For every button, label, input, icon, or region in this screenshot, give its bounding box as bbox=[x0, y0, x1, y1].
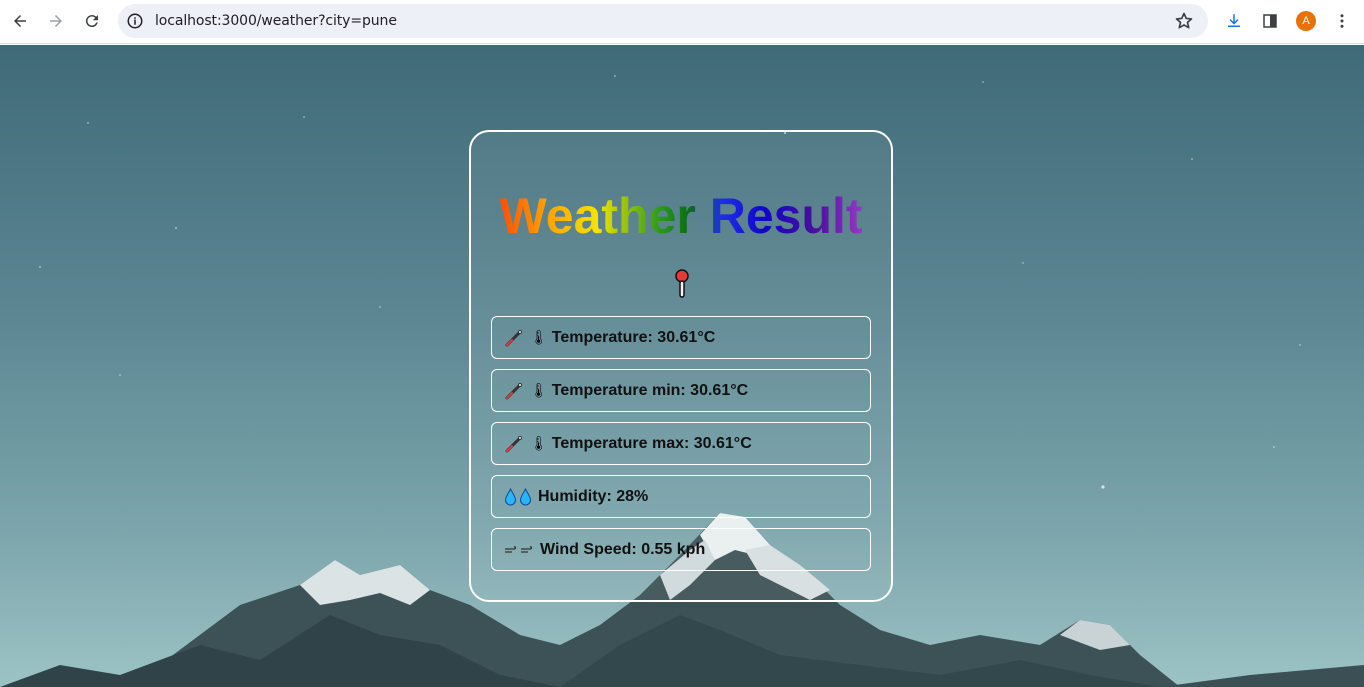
arrow-left-icon bbox=[14, 15, 26, 27]
reload-icon bbox=[85, 15, 98, 28]
back-button[interactable] bbox=[5, 6, 35, 36]
temperature-min-row: 🌡 Temperature min: 30.61°C bbox=[491, 369, 871, 412]
download-icon bbox=[1228, 14, 1240, 27]
address-bar[interactable]: localhost:3000/weather?city=pune bbox=[118, 4, 1208, 38]
kebab-menu-icon bbox=[1340, 14, 1344, 28]
humidity-row: Humidity: 28% bbox=[491, 475, 871, 518]
temperature-row: 🌡 Temperature: 30.61°C bbox=[491, 316, 871, 359]
bookmark-star-icon[interactable] bbox=[1174, 11, 1194, 31]
downloads-button[interactable] bbox=[1219, 6, 1249, 36]
page-title: Weather Result bbox=[471, 187, 891, 245]
thermometer-icon: 🌡 bbox=[504, 434, 548, 454]
wind-speed-label: Wind Speed: 0.55 kph bbox=[540, 540, 706, 558]
reload-button[interactable] bbox=[77, 6, 107, 36]
temperature-max-label: Temperature max: 30.61°C bbox=[551, 434, 752, 452]
site-info-icon[interactable] bbox=[126, 12, 144, 30]
page-viewport: Weather Result 🌡 Temperature: 30.61°C 🌡 … bbox=[0, 45, 1364, 687]
temperature-min-label: Temperature min: 30.61°C bbox=[551, 381, 749, 399]
temperature-label: Temperature: 30.61°C bbox=[551, 328, 716, 346]
forward-button[interactable] bbox=[41, 6, 71, 36]
thermometer-icon: 🌡 bbox=[504, 328, 548, 348]
thermometer-icon bbox=[675, 269, 689, 298]
droplet-icon bbox=[504, 487, 534, 506]
menu-button[interactable] bbox=[1327, 6, 1357, 36]
profile-avatar[interactable]: A bbox=[1296, 11, 1316, 31]
weather-result-card: Weather Result 🌡 Temperature: 30.61°C 🌡 … bbox=[469, 130, 893, 602]
thermometer-icon: 🌡 bbox=[504, 381, 548, 401]
side-panel-button[interactable] bbox=[1255, 6, 1285, 36]
url-text[interactable]: localhost:3000/weather?city=pune bbox=[155, 13, 397, 29]
temperature-max-row: 🌡 Temperature max: 30.61°C bbox=[491, 422, 871, 465]
arrow-right-icon bbox=[50, 15, 62, 27]
side-panel-icon bbox=[1263, 14, 1277, 28]
wind-icon bbox=[504, 545, 536, 555]
humidity-label: Humidity: 28% bbox=[538, 487, 649, 505]
browser-toolbar: localhost:3000/weather?city=pune A bbox=[0, 0, 1364, 44]
wind-speed-row: Wind Speed: 0.55 kph bbox=[491, 528, 871, 571]
